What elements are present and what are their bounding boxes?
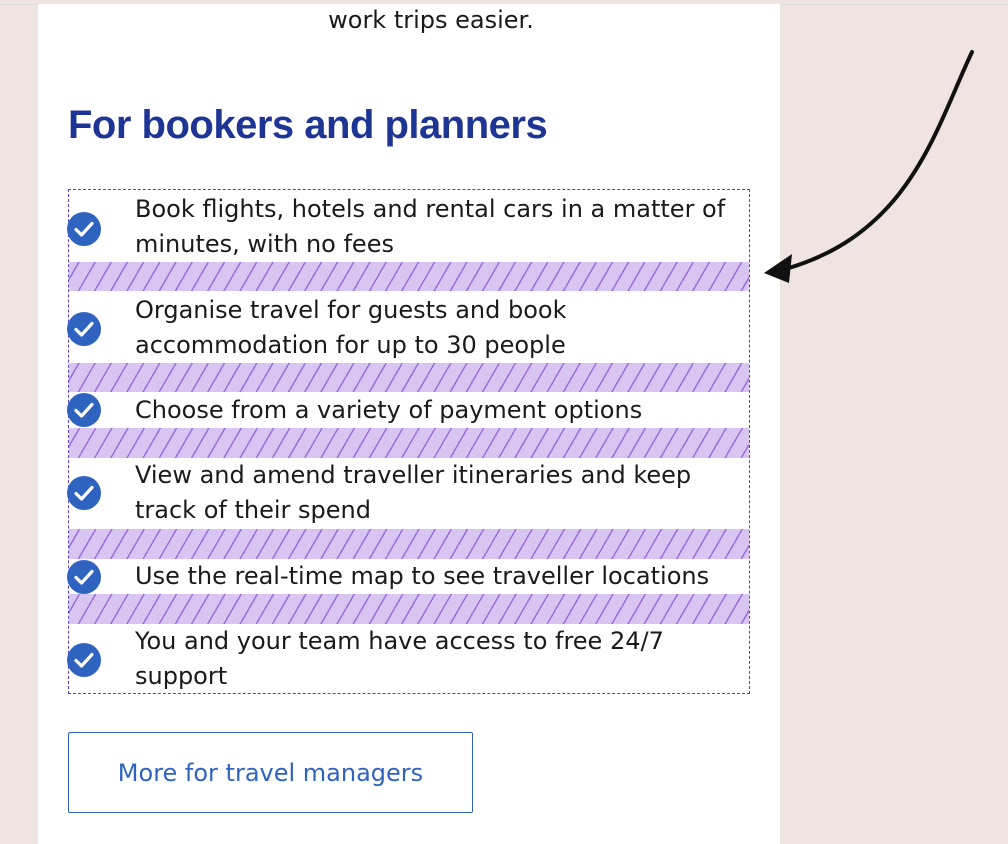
list-item: Choose from a variety of payment options [67,392,749,428]
list-item-text: View and amend traveller itineraries and… [135,461,692,524]
section-heading: For bookers and planners [68,103,548,147]
list-gap-highlight [69,529,749,559]
list-item-text: Choose from a variety of payment options [135,396,643,424]
check-circle-icon [67,476,101,510]
list-gap-highlight [69,594,749,624]
feature-list: Book flights, hotels and rental cars in … [67,189,750,694]
list-item-text: Book flights, hotels and rental cars in … [135,195,726,258]
list-item-text: You and your team have access to free 24… [135,627,664,690]
check-circle-icon [67,312,101,346]
list-item: View and amend traveller itineraries and… [67,458,749,529]
list-item: You and your team have access to free 24… [67,624,749,694]
check-circle-icon [67,560,101,594]
list-item: Book flights, hotels and rental cars in … [67,192,749,262]
list-gap-highlight [69,363,749,392]
check-circle-icon [67,393,101,427]
list-item-text: Organise travel for guests and book acco… [135,296,567,359]
content-card: work trips easier. For bookers and plann… [38,4,780,844]
intro-text: work trips easier. [328,6,534,34]
list-gap-highlight [69,262,749,291]
check-circle-icon [67,643,101,677]
list-item-text: Use the real-time map to see traveller l… [135,562,710,590]
list-item: Use the real-time map to see traveller l… [67,559,749,594]
list-item: Organise travel for guests and book acco… [67,293,749,363]
list-gap-highlight [69,428,749,458]
check-circle-icon [67,212,101,246]
more-for-travel-managers-button[interactable]: More for travel managers [68,732,473,813]
